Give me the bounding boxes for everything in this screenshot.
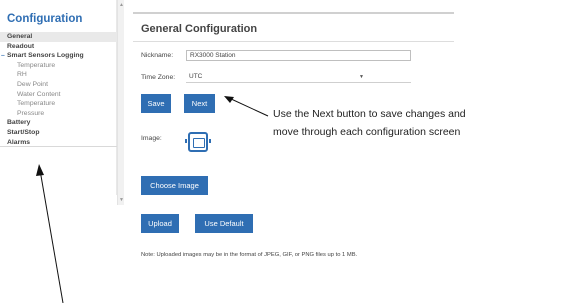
next-button[interactable]: Next bbox=[184, 94, 215, 113]
image-label: Image: bbox=[141, 135, 162, 142]
callout-text: Use the Next button to save changes and … bbox=[273, 105, 466, 141]
sidebar-item-readout[interactable]: Readout bbox=[0, 42, 117, 52]
chevron-down-icon: ▼ bbox=[359, 74, 364, 80]
sidebar-item-dew-point[interactable]: Dew Point bbox=[0, 80, 117, 90]
image-tick-right bbox=[209, 139, 211, 143]
sidebar-nav: General Readout Smart Sensors Logging Te… bbox=[0, 32, 117, 148]
sidebar-item-water-content[interactable]: Water Content bbox=[0, 90, 117, 100]
sidebar-item-start-stop[interactable]: Start/Stop bbox=[0, 128, 117, 138]
sidebar-scrollbar[interactable]: ▲ ▼ bbox=[117, 0, 124, 205]
sidebar-item-temperature-2[interactable]: Temperature bbox=[0, 99, 117, 109]
upload-note: Note: Uploaded images may be in the form… bbox=[141, 252, 358, 258]
use-default-button[interactable]: Use Default bbox=[195, 214, 253, 233]
timezone-select[interactable]: UTC ▼ bbox=[186, 72, 411, 83]
sidebar-title: Configuration bbox=[7, 13, 83, 25]
timezone-value: UTC bbox=[189, 73, 203, 80]
sidebar-item-rh[interactable]: RH bbox=[0, 70, 117, 80]
choose-image-button[interactable]: Choose Image bbox=[141, 176, 208, 195]
scroll-down-icon[interactable]: ▼ bbox=[118, 197, 125, 203]
device-image-icon bbox=[185, 132, 211, 152]
upload-button[interactable]: Upload bbox=[141, 214, 179, 233]
sidebar-item-temperature[interactable]: Temperature bbox=[0, 61, 117, 71]
save-button[interactable]: Save bbox=[141, 94, 171, 113]
sidebar-item-battery[interactable]: Battery bbox=[0, 118, 117, 128]
title-divider bbox=[133, 41, 454, 42]
sidebar-item-smart-sensors-logging[interactable]: Smart Sensors Logging bbox=[0, 51, 117, 61]
sidebar-item-alarms[interactable]: Alarms bbox=[0, 138, 117, 148]
image-tick-left bbox=[185, 139, 187, 143]
callout-line-1: Use the Next button to save changes and bbox=[273, 108, 466, 120]
general-configuration-panel: General Configuration Nickname: RX3000 S… bbox=[133, 12, 454, 302]
sidebar-item-pressure[interactable]: Pressure bbox=[0, 109, 117, 119]
nickname-label: Nickname: bbox=[141, 52, 174, 59]
sidebar-item-general[interactable]: General bbox=[0, 32, 117, 42]
scroll-up-icon[interactable]: ▲ bbox=[118, 2, 125, 8]
nickname-input[interactable]: RX3000 Station bbox=[186, 50, 411, 61]
timezone-label: Time Zone: bbox=[141, 74, 176, 81]
sidebar: Configuration General Readout Smart Sens… bbox=[0, 0, 117, 195]
callout-line-2: move through each configuration screen bbox=[273, 126, 461, 138]
page-title: General Configuration bbox=[141, 23, 258, 35]
